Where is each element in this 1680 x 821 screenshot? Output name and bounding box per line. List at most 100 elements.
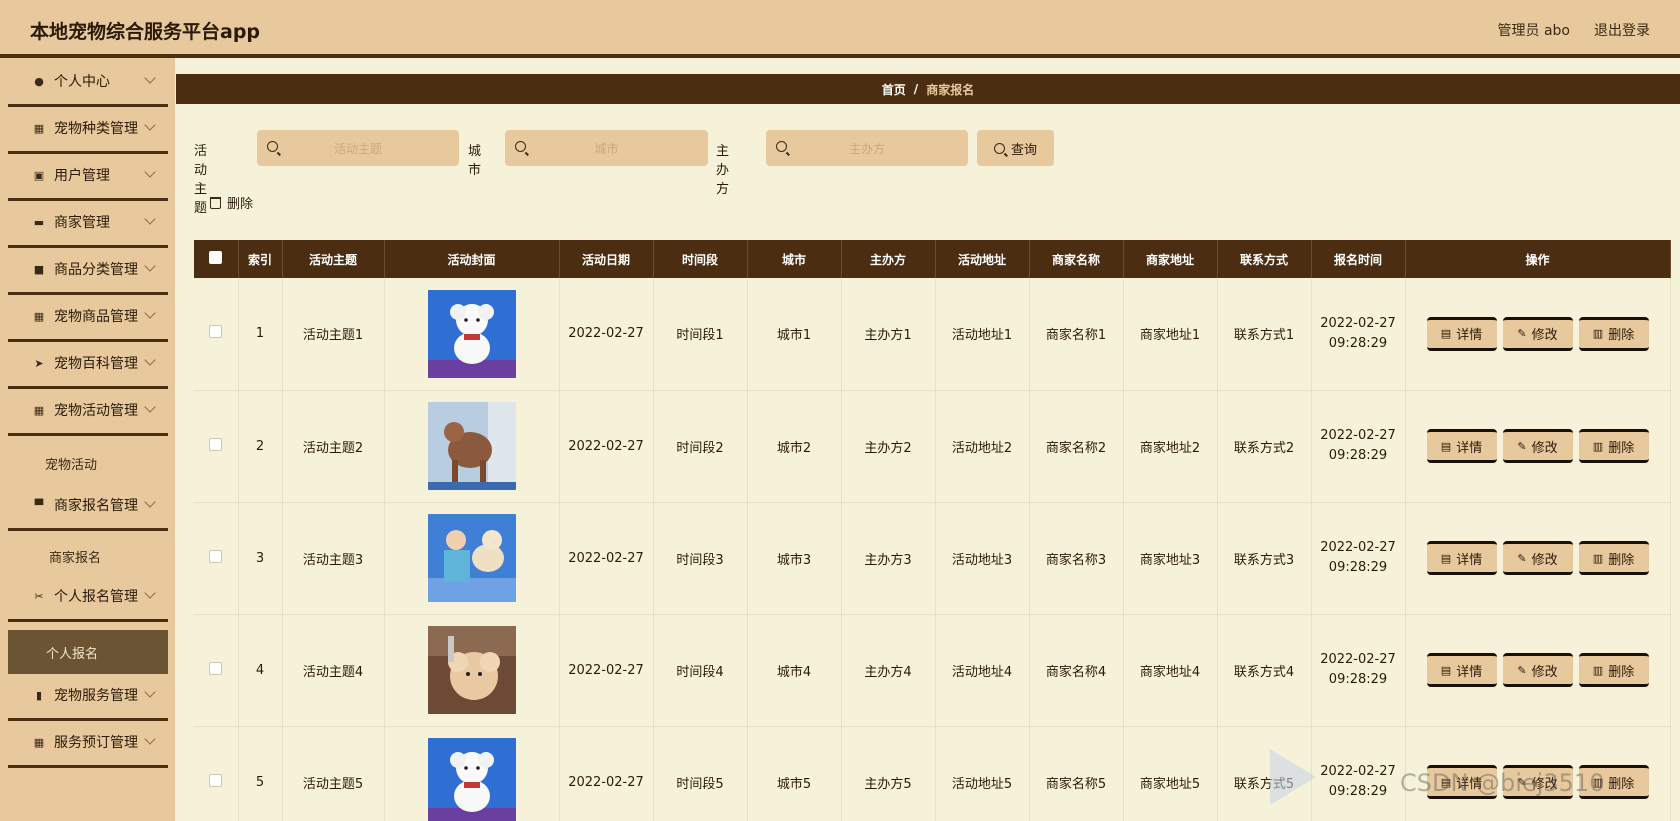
merchant-address-cell: 商家地址5 [1123, 726, 1218, 821]
sidebar-item-merchants[interactable]: ▬ 商家管理 [8, 199, 168, 248]
edit-button[interactable]: ✎ 修改 [1502, 541, 1573, 575]
index-cell: 4 [238, 614, 283, 727]
organizer-cell: 主办方2 [841, 390, 936, 503]
organizer-search-label: 主办方 [716, 144, 730, 197]
address-cell: 活动地址2 [935, 390, 1030, 503]
date-cell: 2022-02-27 [559, 502, 654, 615]
row-select-cell[interactable] [194, 390, 239, 503]
cover-cell [384, 726, 560, 821]
grid-icon: ▦ [33, 309, 45, 323]
row-select-cell[interactable] [194, 502, 239, 615]
organizer-search-input[interactable]: 主办方 [766, 130, 968, 166]
sidebar-subitem-label: 个人报名 [46, 646, 99, 662]
row-select-cell[interactable] [194, 278, 239, 391]
signup-clock: 09:28:29 [1328, 448, 1388, 463]
sidebar-item-pet-activity[interactable]: ▦ 宠物活动管理 [8, 387, 168, 436]
slot-cell: 时间段3 [653, 502, 748, 615]
delete-button[interactable]: ▥ 删除 [1578, 765, 1649, 799]
row-select-cell[interactable] [194, 614, 239, 727]
sidebar-item-merchant-signup[interactable]: ▀ 商家报名管理 [8, 482, 168, 531]
document-icon: ▤ [1440, 775, 1452, 789]
actions-cell: ▤ 详情 ✎ 修改 ▥ 删除 [1405, 278, 1671, 391]
delete-button[interactable]: ▥ 删除 [1578, 429, 1649, 463]
breadcrumb-home[interactable]: 首页 [882, 81, 906, 98]
search-icon [267, 141, 278, 152]
slot-cell: 时间段5 [653, 726, 748, 821]
activity-cover-image[interactable] [427, 626, 516, 714]
sidebar-item-service-booking[interactable]: ▦ 服务预订管理 [8, 719, 168, 768]
delete-button[interactable]: ▥ 删除 [1578, 653, 1649, 687]
sidebar-item-pet-wiki[interactable]: ➤ 宠物百科管理 [8, 340, 168, 389]
breadcrumb: 首页 / 商家报名 [176, 74, 1680, 104]
sidebar-subitem-pet-activity[interactable]: 宠物活动 [8, 441, 168, 485]
topic-search-input[interactable]: 活动主题 [257, 130, 459, 166]
sidebar-subitem-label: 宠物活动 [45, 457, 98, 473]
grid-icon: ▦ [33, 735, 45, 749]
row-checkbox[interactable] [209, 437, 223, 451]
row-checkbox[interactable] [209, 661, 223, 675]
detail-button[interactable]: ▤ 详情 [1426, 316, 1497, 351]
table-row: 5 活动主题5 2022-02-27 时间段5 城市5 主办方5 活动地址5 商家名称5 商家地… [194, 726, 1671, 821]
edit-button[interactable]: ✎ 修改 [1502, 316, 1573, 351]
trash-icon [210, 196, 221, 209]
sidebar-item-goods-category[interactable]: ■ 商品分类管理 [8, 246, 168, 295]
column-header: 联系方式 [1217, 240, 1312, 278]
chevron-down-icon [144, 354, 156, 366]
delete-button-label: 删除 [1608, 552, 1635, 568]
trash-icon: ▥ [1592, 439, 1604, 453]
activity-cover-image[interactable] [427, 514, 516, 602]
logout-link[interactable]: 退出登录 [1594, 20, 1650, 40]
sidebar-item-pet-category[interactable]: ▦ 宠物种类管理 [8, 105, 168, 154]
edit-button[interactable]: ✎ 修改 [1502, 653, 1573, 687]
edit-button[interactable]: ✎ 修改 [1502, 765, 1573, 799]
row-checkbox[interactable] [209, 773, 223, 787]
detail-button[interactable]: ▤ 详情 [1426, 765, 1497, 799]
row-checkbox[interactable] [209, 549, 223, 563]
cover-cell [384, 502, 560, 615]
contact-cell: 联系方式3 [1217, 502, 1312, 615]
sidebar-item-pet-service[interactable]: ▮ 宠物服务管理 [8, 672, 168, 721]
detail-button[interactable]: ▤ 详情 [1426, 429, 1497, 463]
activity-cover-image[interactable] [427, 289, 516, 378]
sidebar-subitem-merchant-signup[interactable]: 商家报名 [8, 534, 168, 578]
pencil-icon: ✎ [1517, 775, 1527, 789]
edit-button[interactable]: ✎ 修改 [1502, 429, 1573, 463]
delete-button[interactable]: ▥ 删除 [1578, 541, 1649, 575]
trash-icon: ▥ [1592, 551, 1604, 565]
detail-button[interactable]: ▤ 详情 [1426, 653, 1497, 687]
column-header: 活动地址 [935, 240, 1030, 278]
sidebar-item-personal-center[interactable]: ● 个人中心 [8, 58, 168, 107]
detail-button-label: 详情 [1456, 776, 1483, 792]
sidebar-item-users[interactable]: ▣ 用户管理 [8, 152, 168, 201]
batch-delete-button[interactable]: 删除 [210, 193, 253, 212]
query-button-label: 查询 [1010, 142, 1037, 158]
topic-search-label: 活动主题 [194, 144, 208, 216]
contact-cell: 联系方式2 [1217, 390, 1312, 503]
detail-button[interactable]: ▤ 详情 [1426, 541, 1497, 575]
delete-button[interactable]: ▥ 删除 [1578, 316, 1649, 351]
date-cell: 2022-02-27 [559, 614, 654, 727]
chevron-down-icon [144, 587, 156, 599]
city-search-label: 城市 [468, 144, 482, 178]
merchant-name-cell: 商家名称2 [1029, 390, 1124, 503]
column-header: 时间段 [653, 240, 748, 278]
activity-cover-image[interactable] [427, 738, 516, 821]
sidebar-item-personal-signup[interactable]: ✂ 个人报名管理 [8, 573, 168, 622]
actions-cell: ▤ 详情 ✎ 修改 ▥ 删除 [1405, 614, 1671, 727]
sidebar-subitem-personal-signup[interactable]: 个人报名 [8, 630, 168, 674]
topic-cell: 活动主题4 [282, 614, 385, 727]
query-button[interactable]: 查询 [977, 130, 1054, 166]
column-header: 主办方 [841, 240, 936, 278]
delete-button-label: 删除 [1608, 664, 1635, 680]
row-select-cell[interactable] [194, 726, 239, 821]
search-icon [515, 141, 526, 152]
row-checkbox[interactable] [209, 325, 223, 339]
column-header: 商家地址 [1123, 240, 1218, 278]
column-header: 报名时间 [1311, 240, 1406, 278]
header-select-all[interactable] [194, 240, 239, 278]
sidebar-item-label: 宠物种类管理 [54, 121, 138, 137]
select-all-checkbox[interactable] [209, 251, 223, 264]
city-search-input[interactable]: 城市 [505, 130, 708, 166]
sidebar-item-pet-goods[interactable]: ▦ 宠物商品管理 [8, 293, 168, 342]
activity-cover-image[interactable] [427, 402, 516, 490]
